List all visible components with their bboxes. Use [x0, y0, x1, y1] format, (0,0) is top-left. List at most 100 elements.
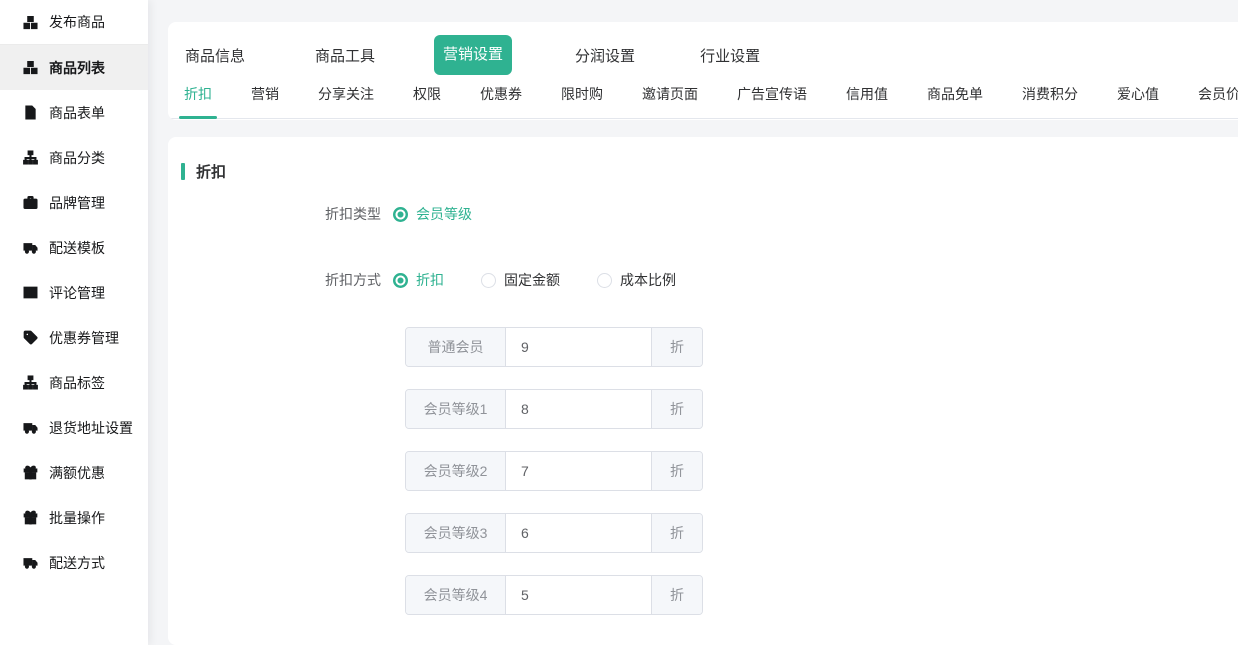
sub-tab[interactable]: 优惠券 — [480, 84, 522, 118]
sidebar-item-label: 批量操作 — [49, 508, 105, 528]
sitemap-icon — [22, 375, 38, 391]
sub-tab[interactable]: 信用值 — [846, 84, 888, 118]
discount-value-input[interactable] — [506, 328, 651, 366]
main-tab[interactable]: 行业设置 — [700, 45, 760, 66]
radio-icon[interactable] — [393, 273, 408, 288]
tag-icon — [22, 330, 38, 346]
sidebar-item-label: 发布商品 — [49, 12, 105, 32]
radio-option[interactable]: 成本比例 — [597, 270, 676, 290]
sub-tab[interactable]: 限时购 — [561, 84, 603, 118]
discount-unit-label: 折 — [651, 576, 702, 614]
radio-icon[interactable] — [393, 207, 408, 222]
sidebar-item[interactable]: 商品标签 — [0, 360, 148, 405]
sub-tab[interactable]: 分享关注 — [318, 84, 374, 118]
sub-tab[interactable]: 折扣 — [184, 84, 212, 118]
radio-option[interactable]: 会员等级 — [393, 204, 472, 224]
truck-icon — [22, 240, 38, 256]
columns-icon — [22, 285, 38, 301]
sidebar-item[interactable]: 优惠券管理 — [0, 315, 148, 360]
discount-value-input[interactable] — [506, 576, 651, 614]
radio-option-label: 折扣 — [416, 270, 444, 290]
discount-value-input[interactable] — [506, 514, 651, 552]
discount-input-group: 普通会员 折 — [405, 327, 703, 367]
sidebar-item-label: 优惠券管理 — [49, 328, 119, 348]
sub-tab[interactable]: 营销 — [251, 84, 279, 118]
sub-tab[interactable]: 权限 — [413, 84, 441, 118]
sidebar-item-label: 退货地址设置 — [49, 418, 133, 438]
sub-tab[interactable]: 邀请页面 — [642, 84, 698, 118]
discount-form: 折扣类型 会员等级折扣方式 折扣 固定金额 成本比例 — [168, 204, 1238, 290]
sidebar-item[interactable]: 配送方式 — [0, 540, 148, 585]
sidebar-item[interactable]: 商品分类 — [0, 135, 148, 180]
discount-input-group: 会员等级2 折 — [405, 451, 703, 491]
member-level-label: 会员等级1 — [406, 390, 506, 428]
cubes-icon — [22, 14, 38, 30]
radio-option-label: 固定金额 — [504, 270, 560, 290]
member-level-label: 会员等级4 — [406, 576, 506, 614]
radio-option[interactable]: 折扣 — [393, 270, 444, 290]
discount-unit-label: 折 — [651, 514, 702, 552]
sidebar-item[interactable]: 批量操作 — [0, 495, 148, 540]
content-card: 折扣 折扣类型会员等级折扣方式折扣固定金额成本比例 普通会员折会员等级1折会员等… — [168, 137, 1238, 645]
sidebar-item[interactable]: 配送模板 — [0, 225, 148, 270]
discount-unit-label: 折 — [651, 390, 702, 428]
sub-tab[interactable]: 商品免单 — [927, 84, 983, 118]
tabs-card: 商品信息 商品工具 营销设置 分润设置 行业设置 折扣 营销 分享关注 权限 优惠券 限时购 邀请页… — [168, 22, 1238, 120]
sidebar: 发布商品商品列表商品表单商品分类品牌管理配送模板评论管理优惠券管理商品标签退货地… — [0, 0, 148, 645]
discount-level-list: 普通会员折会员等级1折会员等级2折会员等级3折会员等级4折 — [405, 327, 1238, 615]
main-tab[interactable]: 营销设置 — [434, 35, 512, 75]
sidebar-item[interactable]: 发布商品 — [0, 0, 148, 45]
sidebar-item-label: 商品分类 — [49, 148, 105, 168]
discount-unit-label: 折 — [651, 452, 702, 490]
form-field-label: 折扣方式 — [168, 270, 393, 290]
main-area: 商品信息 商品工具 营销设置 分润设置 行业设置 折扣 营销 分享关注 权限 优惠券 限时购 邀请页… — [148, 0, 1238, 645]
section-accent-bar — [181, 163, 185, 180]
radio-option-label: 成本比例 — [620, 270, 676, 290]
sub-tab[interactable]: 爱心值 — [1117, 84, 1159, 118]
radio-option[interactable]: 固定金额 — [481, 270, 560, 290]
truck-icon — [22, 420, 38, 436]
discount-value-input[interactable] — [506, 390, 651, 428]
radio-option-label: 会员等级 — [416, 204, 472, 224]
sidebar-item[interactable]: 商品列表 — [0, 45, 148, 90]
member-level-label: 普通会员 — [406, 328, 506, 366]
sidebar-item[interactable]: 评论管理 — [0, 270, 148, 315]
sub-tab-bar: 折扣 营销 分享关注 权限 优惠券 限时购 邀请页面 广告宣传语 信用值 商品免单 消费积分 爱心值 会… — [168, 84, 1238, 119]
main-tab[interactable]: 分润设置 — [575, 45, 635, 66]
member-level-label: 会员等级2 — [406, 452, 506, 490]
radio-icon[interactable] — [597, 273, 612, 288]
sitemap-icon — [22, 150, 38, 166]
sub-tab[interactable]: 消费积分 — [1022, 84, 1078, 118]
file-excel-icon — [22, 105, 38, 121]
sidebar-item-label: 满额优惠 — [49, 463, 105, 483]
discount-input-group: 会员等级1 折 — [405, 389, 703, 429]
form-field-label: 折扣类型 — [168, 204, 393, 224]
discount-value-input[interactable] — [506, 452, 651, 490]
sidebar-item[interactable]: 满额优惠 — [0, 450, 148, 495]
sidebar-item-label: 配送方式 — [49, 553, 105, 573]
cubes-icon — [22, 60, 38, 76]
form-row: 折扣类型 会员等级 — [168, 204, 1238, 224]
section-header: 折扣 — [168, 137, 1238, 182]
main-tab-bar: 商品信息 商品工具 营销设置 分润设置 行业设置 — [185, 35, 1238, 75]
form-row: 折扣方式 折扣 固定金额 成本比例 — [168, 270, 1238, 290]
sidebar-item-label: 商品列表 — [49, 58, 105, 78]
radio-icon[interactable] — [481, 273, 496, 288]
sidebar-item[interactable]: 品牌管理 — [0, 180, 148, 225]
sidebar-item[interactable]: 商品表单 — [0, 90, 148, 135]
gift-icon — [22, 510, 38, 526]
main-tab[interactable]: 商品信息 — [185, 45, 245, 66]
section-title: 折扣 — [196, 161, 226, 182]
sidebar-item[interactable]: 退货地址设置 — [0, 405, 148, 450]
truck-icon — [22, 555, 38, 571]
sub-tab[interactable]: 会员价 — [1198, 84, 1238, 118]
main-tab[interactable]: 商品工具 — [315, 45, 375, 66]
sidebar-item-label: 配送模板 — [49, 238, 105, 258]
discount-input-group: 会员等级4 折 — [405, 575, 703, 615]
gift-icon — [22, 465, 38, 481]
member-level-label: 会员等级3 — [406, 514, 506, 552]
sub-tab[interactable]: 广告宣传语 — [737, 84, 807, 118]
briefcase-icon — [22, 195, 38, 211]
discount-input-group: 会员等级3 折 — [405, 513, 703, 553]
discount-unit-label: 折 — [651, 328, 702, 366]
